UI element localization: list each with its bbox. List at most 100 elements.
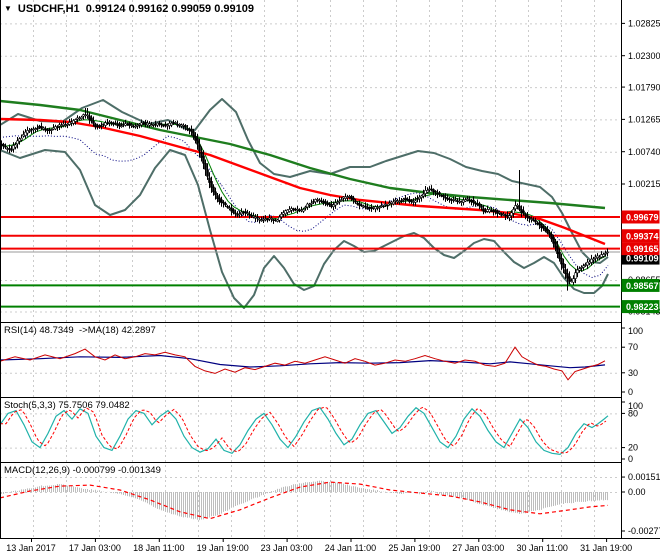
candle-body — [526, 215, 529, 218]
candle-body — [124, 123, 127, 126]
candle-body — [308, 204, 311, 206]
candle-body — [56, 126, 59, 128]
candle-body — [92, 120, 95, 124]
resistance-price-tag: 0.99374 — [621, 229, 660, 243]
candle-body — [74, 119, 77, 122]
candle-body — [364, 205, 367, 208]
candle-body — [528, 217, 531, 219]
candle-body — [100, 125, 103, 127]
candle-body — [210, 181, 213, 188]
candle-body — [310, 202, 313, 205]
candle-body — [66, 123, 69, 126]
candle-body — [102, 123, 105, 126]
candle-body — [150, 124, 153, 127]
candle-body — [130, 124, 133, 126]
candle-body — [142, 122, 145, 125]
candle-body — [338, 200, 341, 203]
candle-body — [188, 129, 191, 131]
candle-body — [160, 123, 163, 126]
candle-body — [106, 122, 109, 125]
candle-body — [4, 145, 7, 148]
candle-body — [508, 215, 511, 218]
candle-body — [400, 200, 403, 202]
candle-body — [176, 124, 179, 126]
support-price-tag: 0.98223 — [621, 300, 660, 314]
candle-body — [90, 117, 93, 122]
time-axis-label: 30 Jan 11:00 — [517, 543, 568, 553]
candle-body — [28, 130, 31, 132]
candle-body — [94, 123, 97, 128]
candle-body — [220, 199, 223, 203]
candle-body — [206, 169, 209, 177]
candle-body — [164, 124, 167, 126]
chart-title-bar: ▼ USDCHF,H1 0.99124 0.99162 0.99059 0.99… — [4, 3, 254, 15]
candle-body — [478, 203, 481, 207]
candle-body — [256, 216, 259, 219]
candle-body — [382, 205, 385, 208]
candle-body — [148, 123, 151, 126]
candle-body — [252, 215, 255, 218]
candle-body — [234, 212, 237, 215]
candle-body — [606, 251, 609, 254]
candle-body — [2, 144, 5, 146]
time-axis-label: 18 Jan 11:00 — [133, 543, 184, 553]
time-axis-label: 19 Jan 19:00 — [197, 543, 249, 553]
time-axis-label: 17 Jan 03:00 — [69, 543, 121, 553]
candle-body — [512, 209, 515, 214]
candle-body — [562, 263, 565, 269]
candle-body — [472, 199, 475, 203]
candle-body — [230, 207, 233, 212]
candle-body — [354, 200, 357, 203]
candle-body — [122, 123, 125, 126]
macd-tick-label: -0.002771 — [628, 526, 660, 536]
candle-body — [198, 144, 201, 152]
candle-body — [378, 206, 381, 209]
candle-body — [50, 129, 53, 131]
candle-body — [98, 124, 101, 127]
candle-body — [200, 151, 203, 158]
candle-body — [218, 197, 221, 202]
candle-body — [6, 148, 9, 150]
candle-body — [170, 122, 173, 126]
candle-body — [96, 125, 99, 128]
candle-body — [14, 144, 17, 148]
rsi-indicator-label: RSI(14) 48.7349 ->MA(18) 42.2897 — [4, 325, 156, 336]
candle-body — [598, 257, 601, 259]
candle-body — [248, 214, 251, 216]
candle-body — [236, 214, 239, 216]
candle-body — [442, 195, 445, 197]
candle-body — [194, 135, 197, 141]
candle-body — [414, 200, 417, 203]
candle-body — [72, 120, 75, 124]
symbol-dropdown-icon[interactable]: ▼ — [4, 5, 12, 13]
macd-tick-label: 0.00151 — [628, 472, 660, 482]
candle-body — [158, 122, 161, 125]
price-tick-label: 1.02300 — [628, 51, 660, 61]
price-tick-label: 1.00740 — [628, 147, 660, 157]
candle-body — [340, 199, 343, 201]
candle-body — [152, 124, 155, 126]
candle-body — [138, 123, 141, 126]
candle-body — [172, 122, 175, 124]
price-tick-label: 1.01265 — [628, 115, 660, 125]
resistance-price-tag: 0.99165 — [621, 242, 660, 256]
candle-body — [602, 254, 605, 257]
candle-body — [62, 123, 65, 126]
candle-body — [228, 207, 231, 209]
candle-body — [202, 155, 205, 164]
candle-body — [186, 128, 189, 130]
resistance-price-tag-text: 0.99679 — [626, 212, 659, 222]
candle-body — [86, 114, 89, 117]
candle-body — [114, 122, 117, 125]
price-axis-area[interactable] — [621, 0, 660, 538]
candle-body — [12, 145, 15, 150]
candle-body — [518, 205, 521, 210]
candle-body — [572, 278, 575, 283]
time-axis-label: 27 Jan 03:00 — [452, 543, 504, 553]
candle-body — [120, 125, 123, 128]
time-axis-label: 25 Jan 19:00 — [388, 543, 440, 553]
candle-body — [68, 122, 71, 125]
candle-body — [250, 214, 253, 217]
candle-body — [244, 211, 247, 214]
candle-body — [592, 258, 595, 261]
